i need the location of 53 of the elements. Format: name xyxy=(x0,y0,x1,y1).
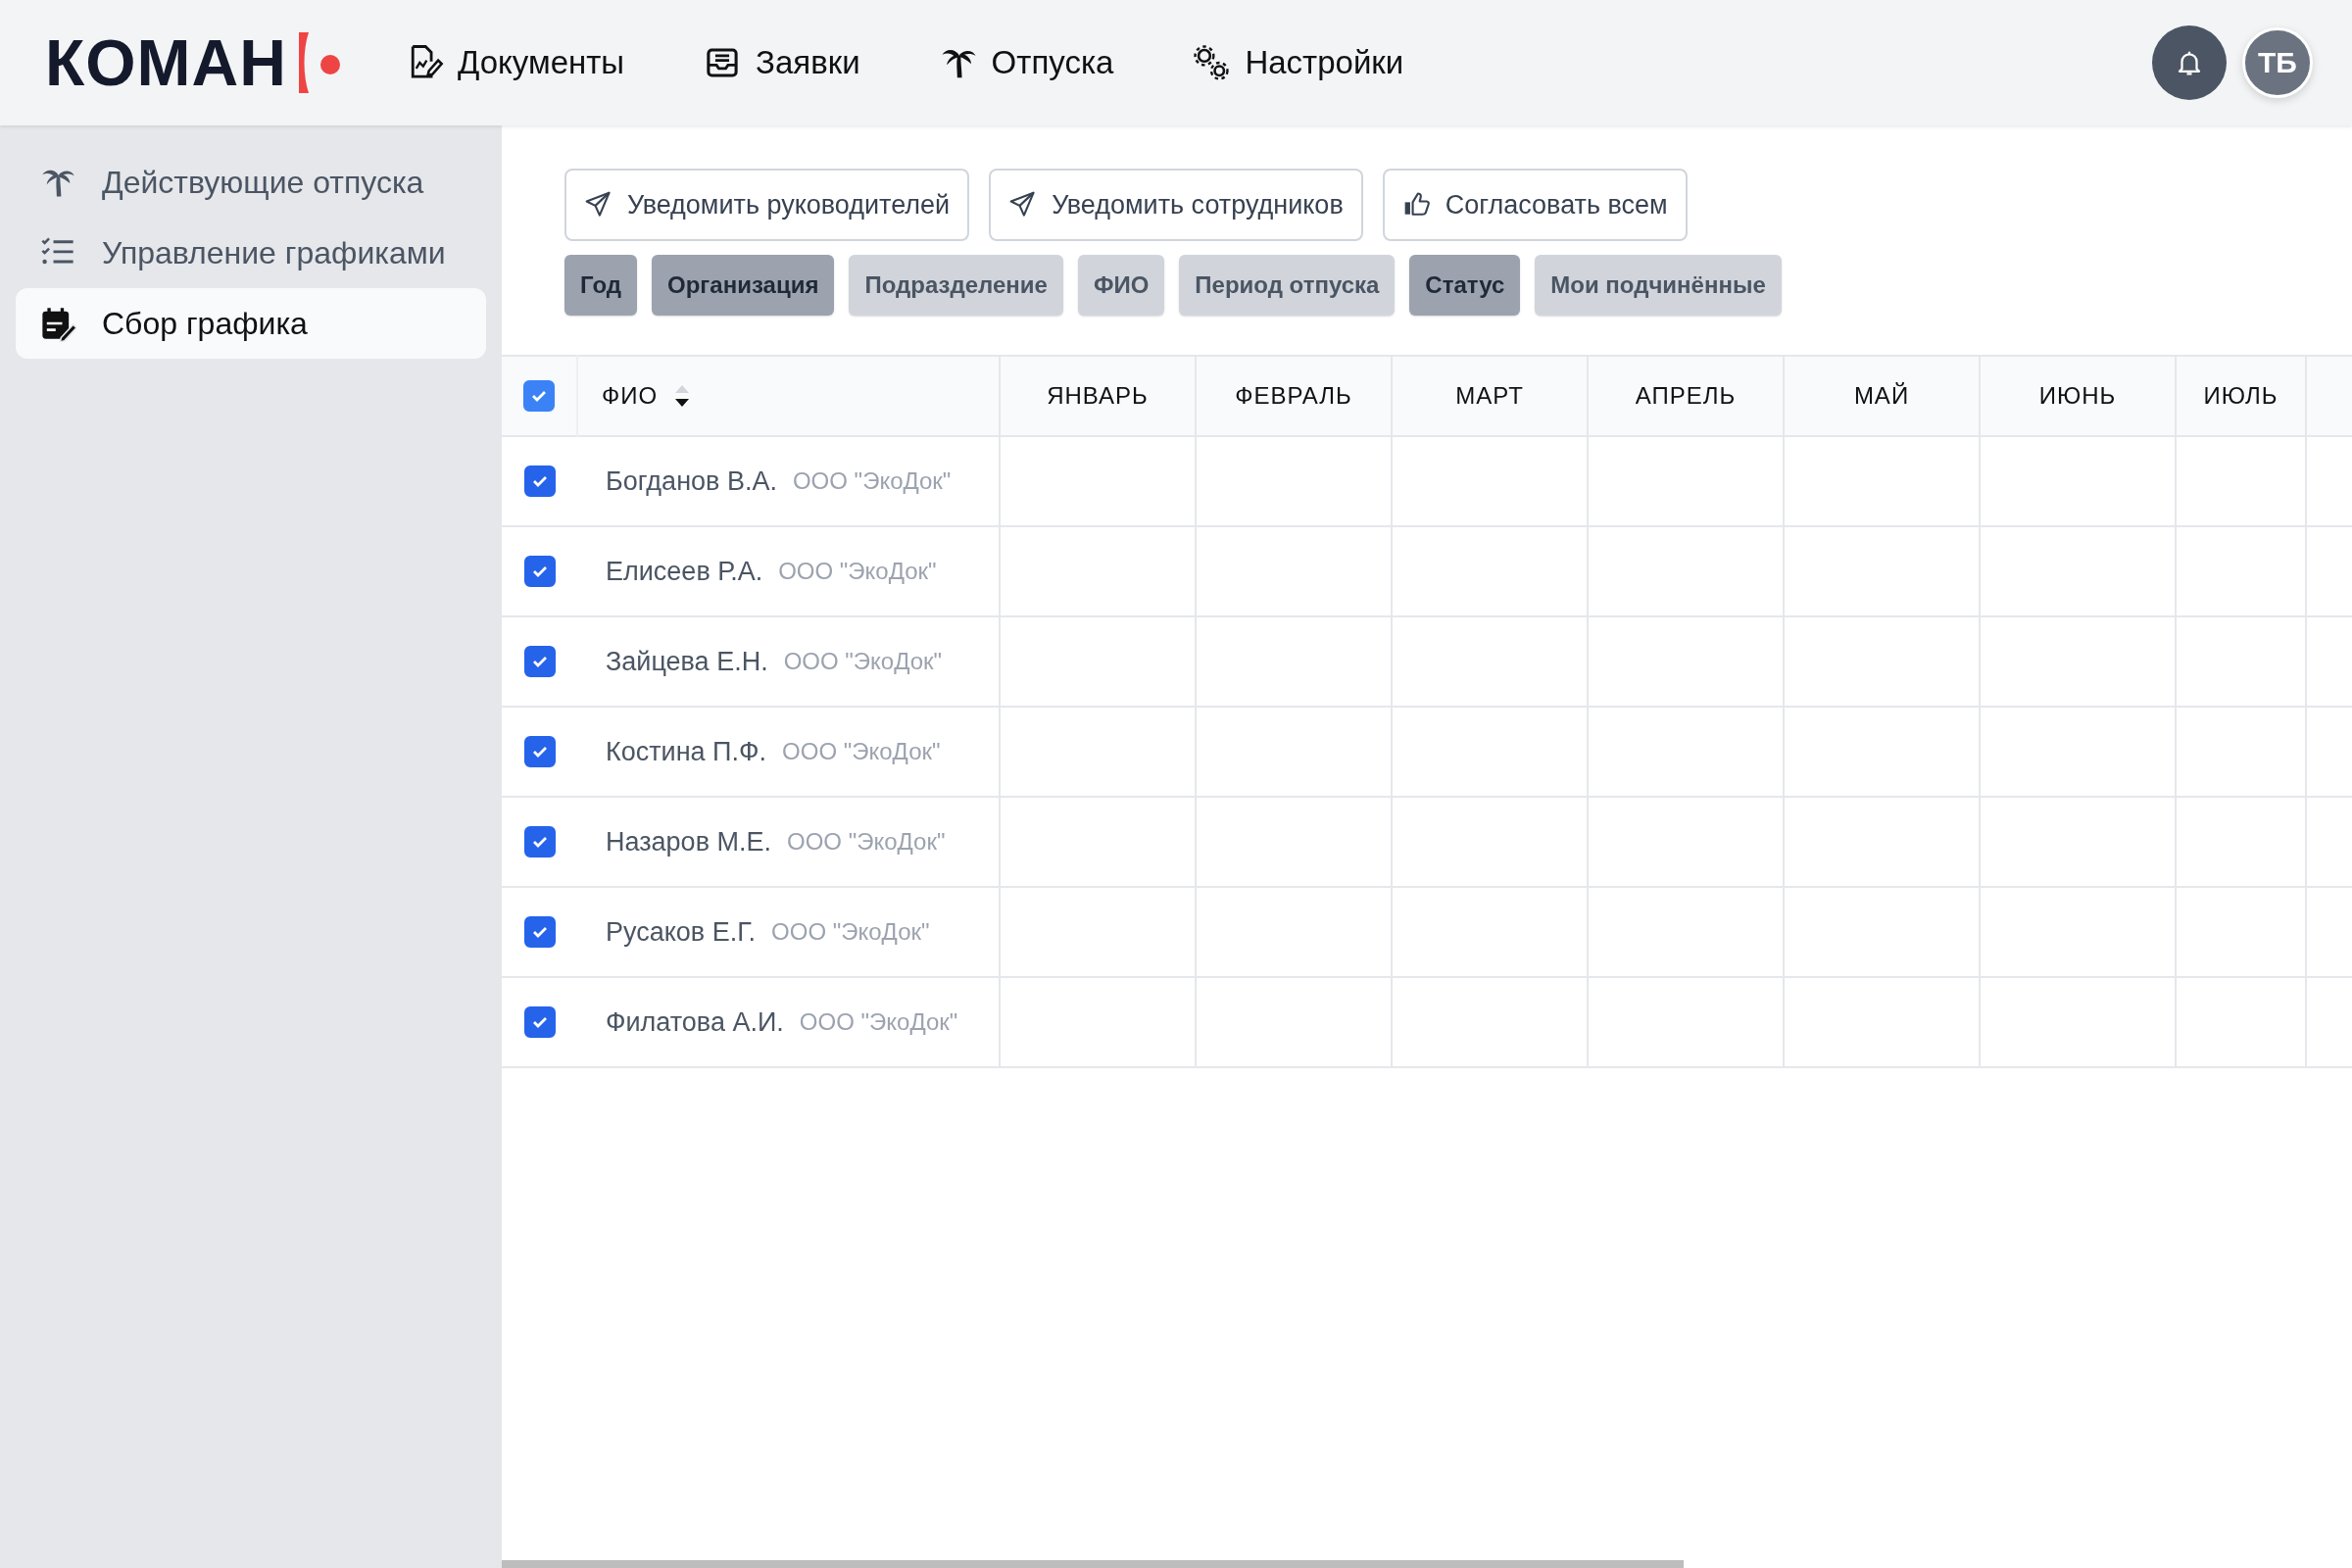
filter-chip[interactable]: Период отпуска xyxy=(1179,255,1396,316)
checkbox[interactable] xyxy=(524,466,556,497)
sidebar-item[interactable]: Сбор графика xyxy=(16,288,486,359)
horizontal-scrollbar[interactable] xyxy=(502,1560,1684,1568)
column-header: АПРЕЛЬ xyxy=(1587,355,1783,437)
paper-plane-icon xyxy=(584,190,613,220)
employee-name: Костина П.Ф. xyxy=(606,736,767,767)
column-header: ФЕВРАЛЬ xyxy=(1195,355,1391,437)
organization-name: ООО "ЭкоДок" xyxy=(771,918,930,946)
filter-chip[interactable]: Подразделение xyxy=(849,255,1063,316)
column-header: МАРТ xyxy=(1391,355,1587,437)
filter-chip[interactable]: Год xyxy=(564,255,637,316)
employee-name: Русаков Е.Г. xyxy=(606,916,757,948)
employee-name: Назаров М.Е. xyxy=(606,826,771,858)
filter-chip[interactable]: Мои подчинённые xyxy=(1535,255,1782,316)
column-header: МАЙ xyxy=(1783,355,1979,437)
gears-icon xyxy=(1192,43,1232,82)
calendar-pen-icon xyxy=(39,305,76,342)
employee-name: Богданов В.А. xyxy=(606,466,777,497)
checkbox[interactable] xyxy=(524,1006,556,1038)
organization-name: ООО "ЭкоДок" xyxy=(799,1008,958,1036)
action-button[interactable]: Согласовать всем xyxy=(1382,169,1688,241)
nav-link[interactable]: Документы xyxy=(404,43,625,82)
column-header: ИЮНЬ xyxy=(1979,355,2175,437)
column-header[interactable]: ФИО xyxy=(578,355,999,437)
checkbox[interactable] xyxy=(524,826,556,858)
filter-chip[interactable]: Организация xyxy=(652,255,835,316)
sidebar-item[interactable]: Управление графиками xyxy=(16,218,486,288)
column-header: ЯНВАРЬ xyxy=(999,355,1195,437)
employee-name: Елисеев Р.А. xyxy=(606,556,763,587)
organization-name: ООО "ЭкоДок" xyxy=(778,558,937,585)
nav-link[interactable]: Заявки xyxy=(703,43,860,82)
checkbox[interactable] xyxy=(524,736,556,767)
filter-chip[interactable]: ФИО xyxy=(1077,255,1165,316)
checkbox[interactable] xyxy=(524,556,556,587)
employee-name: Филатова А.И. xyxy=(606,1006,784,1038)
organization-name: ООО "ЭкоДок" xyxy=(783,648,943,675)
column-header: ИЮЛЬ xyxy=(2175,355,2305,437)
logo-text: КОМАН xyxy=(45,25,287,100)
employee-name: Зайцева Е.Н. xyxy=(606,646,768,677)
user-avatar[interactable]: ТБ xyxy=(2242,27,2313,98)
nav-link[interactable]: Отпуска xyxy=(938,43,1114,82)
nav-link[interactable]: Настройки xyxy=(1192,43,1404,82)
action-button[interactable]: Уведомить руководителей xyxy=(564,169,970,241)
organization-name: ООО "ЭкоДок" xyxy=(782,738,941,765)
filter-chip[interactable]: Статус xyxy=(1409,255,1521,316)
sidebar-item[interactable]: Действующие отпуска xyxy=(16,147,486,218)
action-button[interactable]: Уведомить сотрудников xyxy=(989,169,1363,241)
checkbox[interactable] xyxy=(524,646,556,677)
checkbox[interactable] xyxy=(523,380,555,412)
organization-name: ООО "ЭкоДок" xyxy=(792,467,952,495)
organization-name: ООО "ЭкоДок" xyxy=(787,828,946,856)
checkbox[interactable] xyxy=(524,916,556,948)
